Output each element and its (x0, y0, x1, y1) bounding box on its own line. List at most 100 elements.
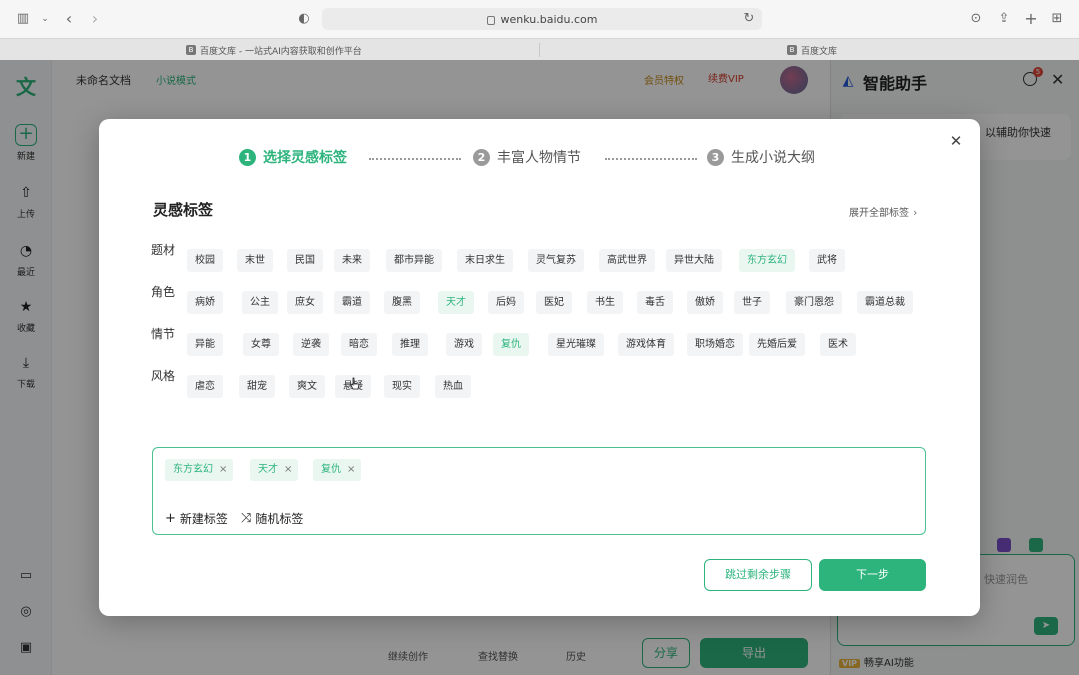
tag-chip[interactable]: 书生 (587, 291, 623, 314)
back-icon[interactable]: ‹ (60, 10, 78, 28)
tag-chip[interactable]: 甜宠 (239, 375, 275, 398)
inspiration-modal: ✕ 1 选择灵感标签 2 丰富人物情节 3 生成小说大纲 灵感标签 展开全部标签… (99, 119, 980, 616)
tag-chip[interactable]: 医术 (820, 333, 856, 356)
tab-divider (539, 43, 540, 57)
step-2: 2 丰富人物情节 (473, 147, 581, 167)
step-1: 1 选择灵感标签 (239, 147, 347, 167)
tag-chip[interactable]: 热血 (435, 375, 471, 398)
new-tag-button[interactable]: + 新建标签 (165, 510, 228, 527)
step-label: 丰富人物情节 (497, 150, 581, 166)
address-bar[interactable]: wenku.baidu.com (322, 8, 762, 30)
tag-chip[interactable]: 东方玄幻 (739, 249, 795, 272)
tag-chip[interactable]: 天才 (438, 291, 474, 314)
tag-chip[interactable]: 游戏 (446, 333, 482, 356)
row-label: 情节 (151, 326, 176, 341)
remove-icon[interactable]: × (219, 464, 227, 475)
sidebar-toggle-icon[interactable]: ▥ (14, 10, 32, 28)
selected-tag[interactable]: 天才 × (250, 459, 299, 481)
step-number: 1 (239, 148, 256, 166)
tag-chip[interactable]: 豪门恩怨 (786, 291, 842, 314)
lock-icon (486, 15, 495, 25)
selected-tags-box[interactable]: 东方玄幻 × 天才 × 复仇 × + 新建标签 ⤨ 随机标签 (152, 447, 926, 535)
tag-row-style: 风格 虐恋甜宠爽文悬疑现实热血 (151, 363, 471, 398)
hand-cursor-icon (350, 377, 360, 390)
step-connector (605, 158, 697, 160)
tag-chip[interactable]: 灵气复苏 (528, 249, 584, 272)
shield-icon[interactable]: ◐ (295, 10, 313, 28)
tag-chip[interactable]: 霸道总裁 (857, 291, 913, 314)
tag-chip[interactable]: 武将 (809, 249, 845, 272)
tag-chip[interactable]: 高武世界 (599, 249, 655, 272)
browser-tab-1[interactable]: B 百度文库 - 一站式AI内容获取和创作平台 (186, 42, 362, 58)
tab-title: 百度文库 - 一站式AI内容获取和创作平台 (200, 46, 362, 57)
tag-chip[interactable]: 校园 (187, 249, 223, 272)
tag-chip[interactable]: 医妃 (536, 291, 572, 314)
step-number: 3 (707, 148, 724, 166)
next-button[interactable]: 下一步 (819, 559, 926, 591)
random-tag-button[interactable]: ⤨ 随机标签 (241, 510, 303, 527)
row-label: 风格 (151, 368, 176, 383)
tag-chip[interactable]: 庶女 (287, 291, 323, 314)
step-3: 3 生成小说大纲 (707, 147, 815, 167)
selected-tag[interactable]: 东方玄幻 × (165, 459, 234, 481)
favicon-icon: B (186, 45, 196, 55)
tag-chip[interactable]: 末世 (237, 249, 273, 272)
tag-chip[interactable]: 末日求生 (457, 249, 513, 272)
selected-tag-label: 天才 (258, 464, 278, 475)
favicon-icon: B (787, 45, 797, 55)
tag-chip[interactable]: 腹黑 (384, 291, 420, 314)
tag-chip[interactable]: 未来 (334, 249, 370, 272)
browser-toolbar: ▥ ⌄ ‹ › ◐ wenku.baidu.com ↻ ⊙ ⇪ + ⊞ (0, 0, 1079, 38)
row-label: 角色 (151, 284, 176, 299)
tag-chip[interactable]: 游戏体育 (618, 333, 674, 356)
tab-strip: B 百度文库 - 一站式AI内容获取和创作平台 B 百度文库 (0, 38, 1079, 60)
stepper: 1 选择灵感标签 2 丰富人物情节 3 生成小说大纲 (99, 147, 980, 171)
selected-tag-label: 复仇 (321, 464, 341, 475)
forward-icon[interactable]: › (86, 10, 104, 28)
tag-chip[interactable]: 爽文 (289, 375, 325, 398)
skip-steps-button[interactable]: 跳过剩余步骤 (704, 559, 812, 591)
tag-chip[interactable]: 异世大陆 (666, 249, 722, 272)
tag-chip[interactable]: 病娇 (187, 291, 223, 314)
tag-chip[interactable]: 逆袭 (293, 333, 329, 356)
tag-chip[interactable]: 异能 (187, 333, 223, 356)
reload-icon[interactable]: ↻ (740, 10, 758, 28)
share-icon[interactable]: ⇪ (995, 10, 1013, 28)
remove-icon[interactable]: × (284, 464, 292, 475)
remove-icon[interactable]: × (347, 464, 355, 475)
tag-chip[interactable]: 毒舌 (637, 291, 673, 314)
chevron-right-icon: › (913, 206, 918, 219)
tag-chip[interactable]: 推理 (392, 333, 428, 356)
expand-all-link[interactable]: 展开全部标签 › (849, 204, 917, 219)
row-label: 题材 (151, 242, 176, 257)
chevron-down-icon[interactable]: ⌄ (36, 10, 54, 28)
tag-chip[interactable]: 虐恋 (187, 375, 223, 398)
tag-chip[interactable]: 世子 (734, 291, 770, 314)
step-label: 选择灵感标签 (263, 150, 347, 166)
tab-overview-icon[interactable]: ⊞ (1048, 10, 1066, 28)
tag-chip[interactable]: 公主 (242, 291, 278, 314)
tag-row-plot: 情节 异能 女尊 逆袭 暗恋 推理 游戏 复仇 星光璀璨 游戏体育 职场婚恋 先婚后爱 医术 (151, 321, 856, 356)
tag-chip[interactable]: 复仇 (493, 333, 529, 356)
download-icon[interactable]: ⊙ (967, 10, 985, 28)
tag-chip[interactable]: 傲娇 (687, 291, 723, 314)
selected-tag[interactable]: 复仇 × (313, 459, 362, 481)
tag-chip[interactable]: 后妈 (488, 291, 524, 314)
tag-chip[interactable]: 职场婚恋 (687, 333, 743, 356)
new-tab-icon[interactable]: + (1022, 10, 1040, 28)
tag-chip[interactable]: 民国 (287, 249, 323, 272)
tag-chip[interactable]: 现实 (384, 375, 420, 398)
browser-tab-2[interactable]: B 百度文库 (787, 42, 837, 58)
tag-row-genre: 题材 校园 末世 民国 未来 都市异能 末日求生 灵气复苏 高武世界 异世大陆 东方玄幻 武将 (151, 237, 845, 272)
tag-chip[interactable]: 女尊 (243, 333, 279, 356)
tag-chip[interactable]: 星光璀璨 (548, 333, 604, 356)
step-number: 2 (473, 148, 490, 166)
tag-chip[interactable]: 都市异能 (386, 249, 442, 272)
new-tag-label: 新建标签 (179, 512, 228, 526)
random-tag-label: 随机标签 (255, 512, 304, 526)
tab-title: 百度文库 (801, 46, 838, 57)
tag-chip[interactable]: 霸道 (334, 291, 370, 314)
tag-chip[interactable]: 暗恋 (341, 333, 377, 356)
tag-row-role: 角色 病娇 公主 庶女 霸道 腹黑 天才 后妈 医妃 书生 毒舌 傲娇 世子 豪门恩怨 霸道总裁 (151, 279, 913, 314)
tag-chip[interactable]: 先婚后爱 (749, 333, 805, 356)
